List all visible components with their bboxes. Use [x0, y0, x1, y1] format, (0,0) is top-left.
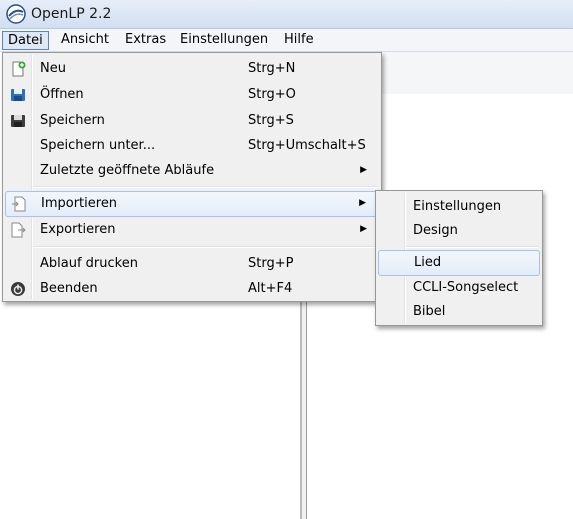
menu-item-label: Öffnen [40, 87, 84, 102]
toolbar [380, 52, 573, 95]
menu-separator [406, 246, 538, 248]
submenu-item-song[interactable]: Lied [378, 250, 540, 276]
menu-item-recent-services[interactable]: Zuletzte geöffnete Abläufe ▶ [5, 159, 379, 183]
menu-bar: Datei Ansicht Extras Einstellungen Hilfe [0, 29, 573, 52]
submenu-arrow-icon: ▶ [360, 165, 367, 175]
menu-item-label: Neu [40, 61, 66, 76]
new-document-icon [12, 61, 26, 77]
menu-item-label: Zuletzte geöffnete Abläufe [40, 163, 215, 178]
menu-item-exit[interactable]: Beenden Alt+F4 [5, 277, 379, 301]
menu-item-shortcut: Strg+S [248, 113, 294, 128]
power-icon [11, 282, 25, 296]
open-disk-icon [11, 89, 25, 101]
menu-ansicht[interactable]: Ansicht [56, 31, 114, 49]
menu-item-label: Bibel [413, 304, 446, 319]
title-bar: OpenLP 2.2 [0, 0, 573, 29]
menu-item-shortcut: Alt+F4 [248, 281, 293, 296]
submenu-item-ccli-songselect[interactable]: CCLI-Songselect [378, 276, 540, 300]
menu-item-print-service[interactable]: Ablauf drucken Strg+P [5, 252, 379, 276]
submenu-item-theme[interactable]: Design [378, 219, 540, 243]
menu-item-shortcut: Strg+N [248, 61, 296, 76]
menu-item-save[interactable]: Speichern Strg+S [5, 109, 379, 133]
openlp-logo-icon [6, 4, 26, 24]
library-pane [0, 296, 302, 519]
save-disk-icon [11, 115, 25, 127]
window-title: OpenLP 2.2 [31, 6, 112, 22]
menu-separator [33, 186, 377, 188]
menu-datei[interactable]: Datei [2, 31, 49, 50]
menu-item-label: Lied [414, 255, 442, 270]
menu-item-label: Speichern [40, 113, 105, 128]
menu-hilfe[interactable]: Hilfe [279, 31, 319, 49]
menu-item-label: Ablauf drucken [40, 256, 138, 271]
menu-item-shortcut: Strg+Umschalt+S [248, 138, 366, 153]
menu-item-new[interactable]: Neu Strg+N [5, 57, 379, 81]
menu-item-save-as[interactable]: Speichern unter... Strg+Umschalt+S [5, 134, 379, 158]
submenu-item-bible[interactable]: Bibel [378, 300, 540, 324]
menu-item-label: Speichern unter... [40, 138, 156, 153]
menu-item-label: CCLI-Songselect [413, 280, 519, 295]
menu-item-shortcut: Strg+P [248, 256, 294, 271]
file-menu: Neu Strg+N Öffnen Strg+O Speichern Strg+… [2, 52, 382, 302]
export-icon [11, 222, 26, 238]
menu-item-export[interactable]: Exportieren ▶ [5, 218, 379, 242]
menu-item-label: Exportieren [40, 222, 116, 237]
menu-item-label: Importieren [41, 196, 118, 211]
submenu-arrow-icon: ▶ [360, 224, 367, 234]
import-submenu: Einstellungen Design Lied CCLI-Songselec… [375, 190, 543, 326]
menu-item-label: Einstellungen [413, 199, 502, 214]
menu-separator [33, 246, 377, 248]
menu-item-shortcut: Strg+O [248, 87, 296, 102]
import-icon [12, 196, 26, 212]
menu-item-label: Beenden [40, 281, 98, 296]
submenu-arrow-icon: ▶ [359, 198, 366, 208]
menu-extras[interactable]: Extras [120, 31, 171, 49]
submenu-item-settings[interactable]: Einstellungen [378, 195, 540, 219]
menu-item-label: Design [413, 223, 458, 238]
menu-item-import[interactable]: Importieren ▶ [5, 191, 379, 217]
menu-item-open[interactable]: Öffnen Strg+O [5, 83, 379, 107]
menu-einstellungen[interactable]: Einstellungen [175, 31, 273, 49]
